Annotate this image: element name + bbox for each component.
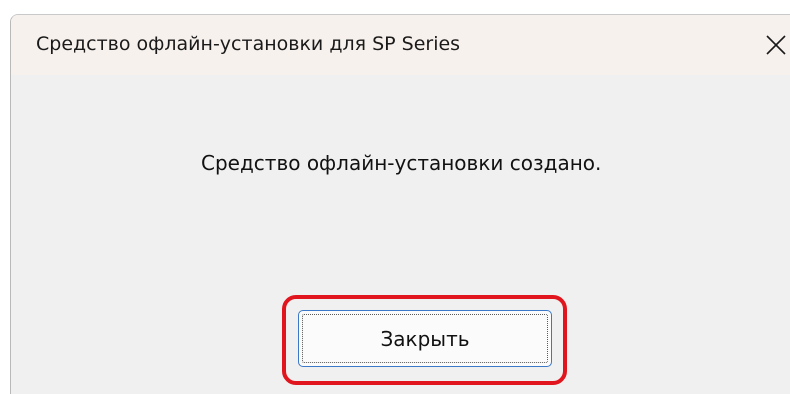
window-close-button[interactable] [756, 25, 790, 65]
close-dialog-button[interactable]: Закрыть [298, 310, 552, 367]
offline-installer-dialog: Средство офлайн-установки для SP Series … [10, 14, 790, 394]
close-icon [766, 35, 786, 55]
title-bar: Средство офлайн-установки для SP Series [11, 15, 790, 75]
close-dialog-button-label: Закрыть [380, 326, 470, 351]
dialog-body: Средство офлайн-установки создано. Закры… [11, 75, 790, 394]
window-title: Средство офлайн-установки для SP Series [36, 33, 461, 55]
status-message: Средство офлайн-установки создано. [201, 151, 602, 175]
